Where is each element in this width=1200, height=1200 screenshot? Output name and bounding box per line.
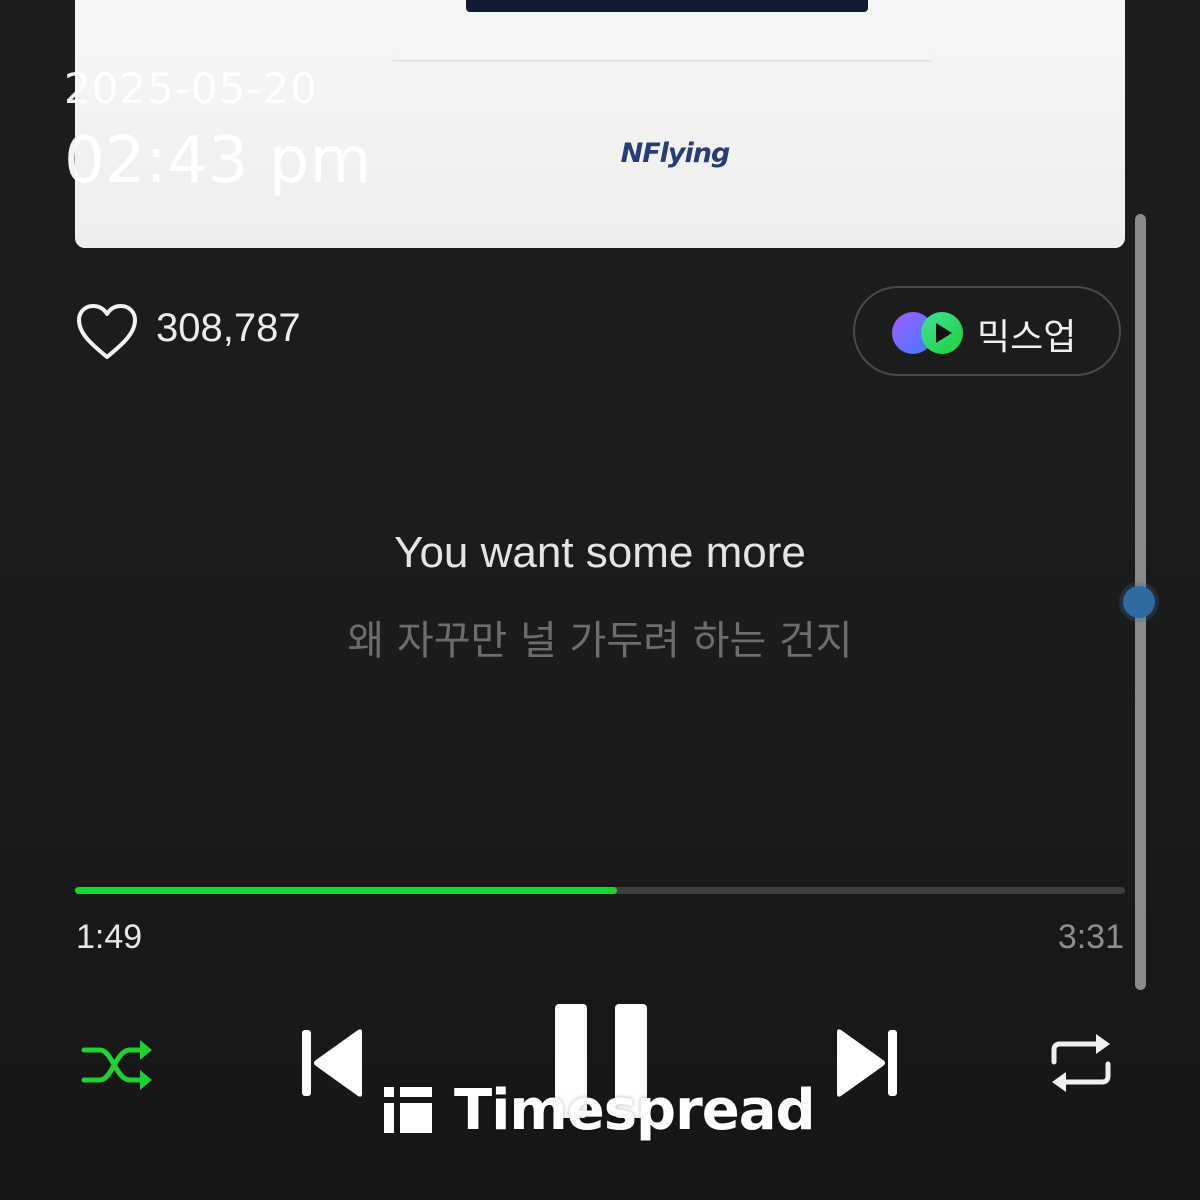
total-duration: 3:31: [1057, 918, 1124, 956]
mixup-button[interactable]: 믹스업: [853, 286, 1121, 376]
album-art-divider: [393, 54, 931, 61]
scrollbar-thumb[interactable]: [1123, 586, 1155, 618]
lyric-current-line[interactable]: You want some more: [0, 528, 1200, 578]
mixup-play-icon: [892, 312, 963, 354]
album-art-logo: NFlying: [620, 138, 731, 169]
shuffle-icon[interactable]: [80, 1036, 154, 1094]
progress-bar-fill: [75, 887, 618, 894]
skip-next-icon[interactable]: [833, 1026, 899, 1100]
progress-bar[interactable]: [75, 887, 1125, 894]
heart-outline-icon[interactable]: [76, 303, 138, 361]
like-count: 308,787: [156, 306, 301, 350]
album-art-dark-panel: [466, 0, 868, 12]
elapsed-time: 1:49: [76, 918, 143, 956]
brand-watermark: Timespread: [384, 1077, 816, 1143]
mixup-label: 믹스업: [977, 317, 1077, 358]
brand-name: Timespread: [454, 1077, 816, 1143]
skip-previous-icon[interactable]: [300, 1026, 366, 1100]
repeat-icon[interactable]: [1046, 1032, 1116, 1094]
brand-logo-icon: [384, 1087, 432, 1133]
lyric-next-line[interactable]: 왜 자꾸만 널 가두려 하는 건지: [0, 608, 1200, 666]
timestamp-date: 2025-05-20: [64, 64, 319, 113]
timestamp-time: 02:43 pm: [64, 124, 372, 198]
